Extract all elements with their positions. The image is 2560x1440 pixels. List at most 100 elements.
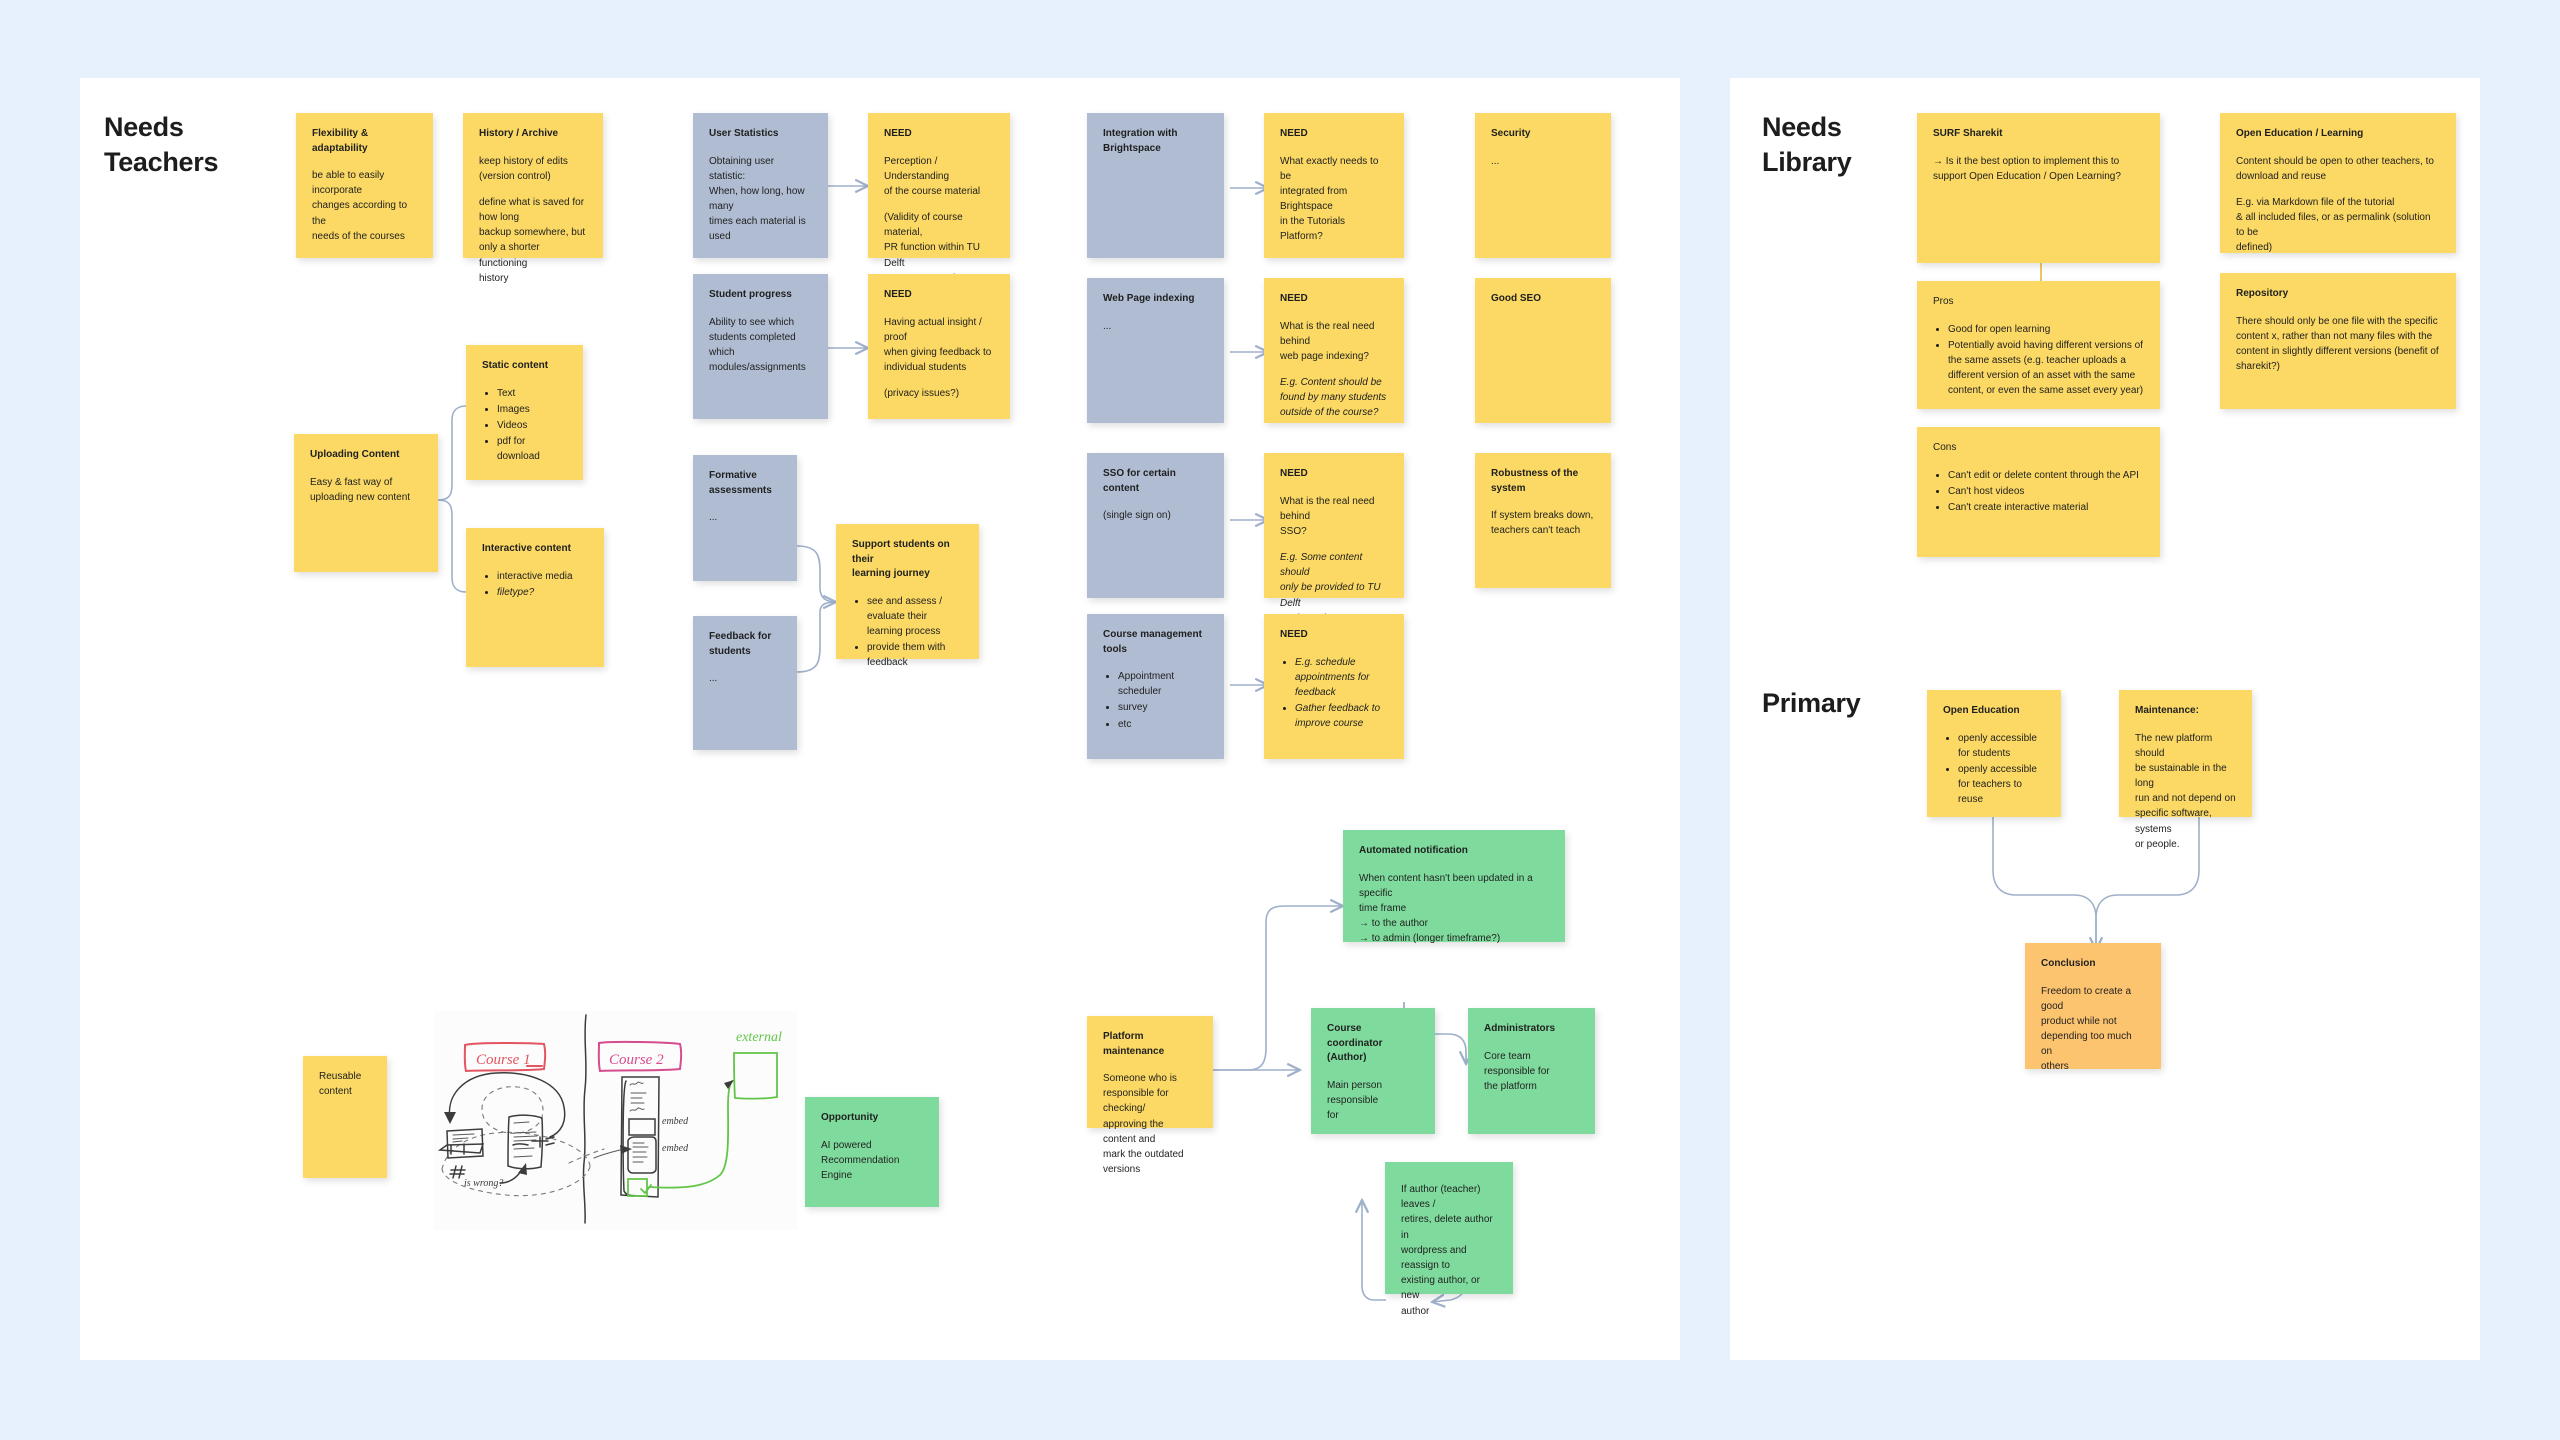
note-administrators[interactable]: Administrators Core team responsible for… [1468,1008,1595,1134]
list-item: etc [1118,717,1208,732]
note-body: Core team responsible for the platform [1484,1049,1579,1095]
note-body: If system breaks down, teachers can't te… [1491,508,1595,538]
note-title: Administrators [1484,1022,1579,1037]
note-automated-notification[interactable]: Automated notification When content hasn… [1343,830,1565,942]
note-good-seo[interactable]: Good SEO [1475,278,1611,423]
note-author-leaves[interactable]: If author (teacher) leaves / retires, de… [1385,1162,1513,1294]
section-title-primary: Primary [1762,686,1860,721]
list-item: E.g. schedule appointments for feedback [1295,655,1388,701]
list-item: Text [497,386,567,401]
note-title: Cons [1933,441,2144,456]
list-item: Can't create interactive material [1948,500,2144,515]
note-need-perception[interactable]: NEED Perception / Understanding of the c… [868,113,1010,258]
note-title: NEED [1280,292,1388,307]
list-item: Can't edit or delete content through the… [1948,468,2144,483]
list-item: openly accessible for students [1958,731,2045,761]
note-title: Conclusion [2041,957,2145,972]
note-title: NEED [884,288,994,303]
note-support-students[interactable]: Support students on their learning journ… [836,524,979,659]
note-need-sso[interactable]: NEED What is the real need behind SSO? E… [1264,453,1404,598]
note-list: Good for open learning Potentially avoid… [1933,322,2144,399]
note-body-1: keep history of edits (version control) [479,154,587,184]
note-title: User Statistics [709,127,812,142]
note-body: (single sign on) [1103,508,1208,523]
note-body: If author (teacher) leaves / retires, de… [1401,1182,1497,1319]
note-repository[interactable]: Repository There should only be one file… [2220,273,2456,409]
note-title: Formative assessments [709,469,781,498]
note-body: be able to easily incorporate changes ac… [312,168,417,244]
note-cons[interactable]: Cons Can't edit or delete content throug… [1917,427,2160,557]
list-item: Good for open learning [1948,322,2144,337]
note-body: The new platform should be sustainable i… [2135,731,2236,853]
sketch-label-wrong: is wrong? [464,1178,503,1189]
note-body: → Is it the best option to implement thi… [1933,154,2144,184]
note-title: SURF Sharekit [1933,127,2144,142]
note-feedback-for-students[interactable]: Feedback for students ... [693,616,797,750]
note-title: History / Archive [479,127,587,142]
note-body: AI powered Recommendation Engine [821,1138,923,1184]
list-item: Gather feedback to improve course [1295,701,1388,731]
note-open-education[interactable]: Open Education openly accessible for stu… [1927,690,2061,817]
page-title-library: Needs Library [1762,110,1851,179]
note-body-1: Perception / Understanding of the course… [884,154,994,200]
note-body: ... [1491,154,1595,169]
note-title: Flexibility & adaptability [312,127,417,156]
note-need-course-management[interactable]: NEED E.g. schedule appointments for feed… [1264,614,1404,759]
note-conclusion[interactable]: Conclusion Freedom to create a good prod… [2025,943,2161,1069]
note-title: Course coordinator (Author) [1327,1022,1419,1066]
note-title: Student progress [709,288,812,303]
note-uploading-content[interactable]: Uploading Content Easy & fast way of upl… [294,434,438,572]
note-surf-sharekit[interactable]: SURF Sharekit → Is it the best option to… [1917,113,2160,263]
note-list: openly accessible for students openly ac… [1943,731,2045,808]
note-robustness[interactable]: Robustness of the system If system break… [1475,453,1611,588]
note-title: SSO for certain content [1103,467,1208,496]
note-body: ... [709,510,781,525]
note-title: Web Page indexing [1103,292,1208,307]
note-flexibility[interactable]: Flexibility & adaptability be able to ea… [296,113,433,258]
note-body-2: E.g. Content should be found by many stu… [1280,375,1388,421]
note-platform-maintenance[interactable]: Platform maintenance Someone who is resp… [1087,1016,1213,1128]
note-need-brightspace[interactable]: NEED What exactly needs to be integrated… [1264,113,1404,258]
note-static-content[interactable]: Static content Text Images Videos pdf fo… [466,345,583,480]
note-body-2: E.g. via Markdown file of the tutorial &… [2236,195,2440,256]
note-title: Maintenance: [2135,704,2236,719]
note-body: Easy & fast way of uploading new content [310,475,422,505]
note-web-page-indexing[interactable]: Web Page indexing ... [1087,278,1224,423]
note-title: Feedback for students [709,630,781,659]
note-integration-brightspace[interactable]: Integration with Brightspace [1087,113,1224,258]
note-student-progress[interactable]: Student progress Ability to see which st… [693,274,828,419]
note-body: Freedom to create a good product while n… [2041,984,2145,1075]
note-title: Support students on their learning journ… [852,538,963,582]
note-open-education-learning[interactable]: Open Education / Learning Content should… [2220,113,2456,253]
note-body-2: (privacy issues?) [884,386,994,401]
note-reusable-content[interactable]: Reusable content [303,1056,387,1178]
note-list: Appointment scheduler survey etc [1103,669,1208,732]
note-sso[interactable]: SSO for certain content (single sign on) [1087,453,1224,598]
note-maintenance[interactable]: Maintenance: The new platform should be … [2119,690,2252,817]
note-course-coordinator[interactable]: Course coordinator (Author) Main person … [1311,1008,1435,1134]
note-title: Reusable content [319,1070,371,1099]
note-title: Good SEO [1491,292,1595,307]
list-item: Videos [497,418,567,433]
note-pros[interactable]: Pros Good for open learning Potentially … [1917,281,2160,409]
note-course-management-tools[interactable]: Course management tools Appointment sche… [1087,614,1224,759]
note-body: There should only be one file with the s… [2236,314,2440,375]
note-list: Text Images Videos pdf for download [482,386,567,465]
list-item: provide them with feedback [867,640,963,670]
note-need-indexing[interactable]: NEED What is the real need behind web pa… [1264,278,1404,423]
note-user-statistics[interactable]: User Statistics Obtaining user statistic… [693,113,828,258]
note-title: Repository [2236,287,2440,302]
note-title: Uploading Content [310,448,422,463]
note-security[interactable]: Security ... [1475,113,1611,258]
note-body: Obtaining user statistic: When, how long… [709,154,812,245]
note-body: What exactly needs to be integrated from… [1280,154,1388,245]
note-body: ... [709,671,781,686]
page-title-teachers: Needs Teachers [104,110,218,179]
note-body: When content hasn't been updated in a sp… [1359,871,1549,947]
note-title: NEED [1280,467,1388,482]
note-formative-assessments[interactable]: Formative assessments ... [693,455,797,581]
note-history-archive[interactable]: History / Archive keep history of edits … [463,113,603,258]
note-interactive-content[interactable]: Interactive content interactive media fi… [466,528,604,667]
note-opportunity[interactable]: Opportunity AI powered Recommendation En… [805,1097,939,1207]
note-need-insight[interactable]: NEED Having actual insight / proof when … [868,274,1010,419]
